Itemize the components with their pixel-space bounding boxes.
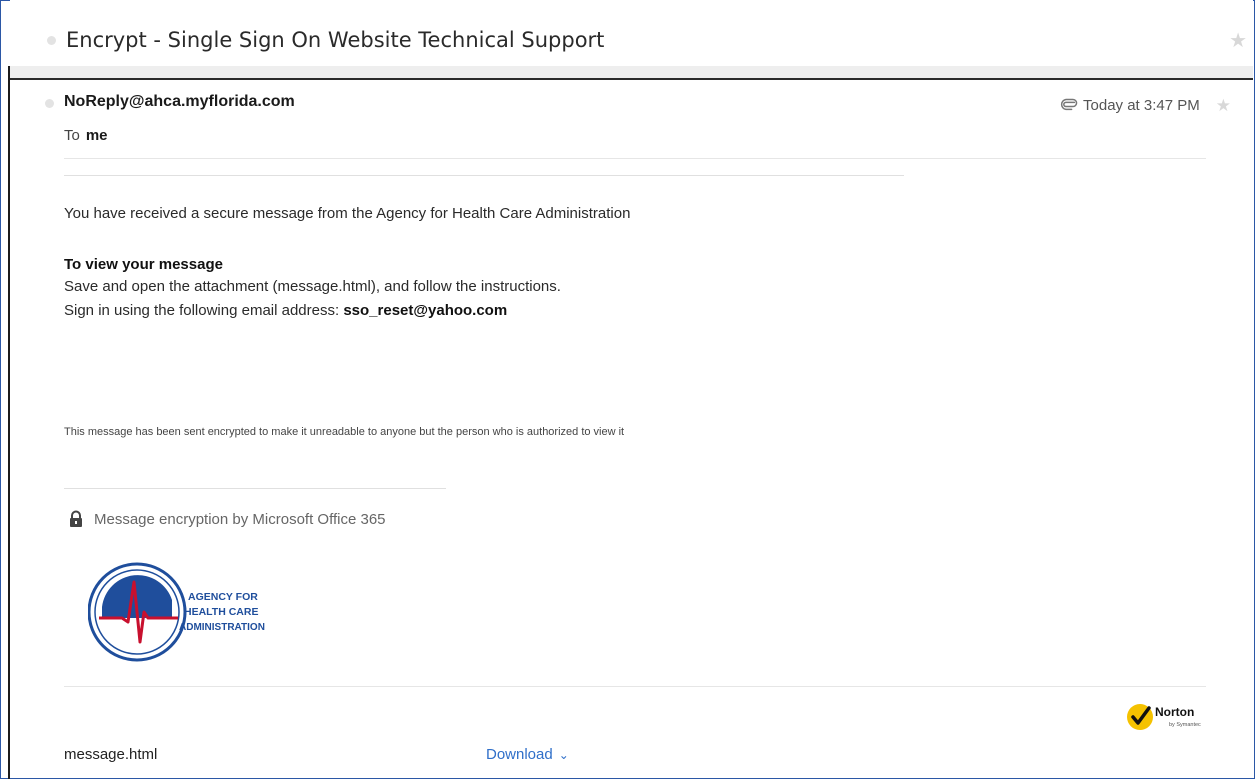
attachment-divider xyxy=(64,686,1206,687)
encryption-label: Message encryption by Microsoft Office 3… xyxy=(94,510,386,528)
encryption-divider xyxy=(64,488,446,489)
instruction-signin: Sign in using the following email addres… xyxy=(64,302,507,319)
message-timestamp: Today at 3:47 PM xyxy=(1083,97,1200,114)
lock-icon xyxy=(68,510,84,528)
message-meta: Today at 3:47 PM ★ xyxy=(1059,94,1231,117)
view-heading: To view your message xyxy=(64,256,223,273)
download-label[interactable]: Download xyxy=(486,746,553,763)
sender-address[interactable]: NoReply@ahca.myflorida.com xyxy=(64,93,295,111)
conversation-header: Encrypt - Single Sign On Website Technic… xyxy=(10,0,1253,66)
conversation-subject: Encrypt - Single Sign On Website Technic… xyxy=(66,28,605,52)
signin-prefix: Sign in using the following email addres… xyxy=(64,302,344,319)
recipient-line: To me xyxy=(64,127,108,144)
norton-sub: by Symantec xyxy=(1169,722,1201,728)
encryption-notice: This message has been sent encrypted to … xyxy=(64,426,625,438)
logo-line-3: ADMINISTRATION xyxy=(179,622,265,633)
download-link[interactable]: Download ⌄ xyxy=(486,746,569,763)
signin-email: sso_reset@yahoo.com xyxy=(343,302,508,319)
left-border xyxy=(8,66,10,779)
chevron-down-icon[interactable]: ⌄ xyxy=(559,748,569,762)
star-icon[interactable]: ★ xyxy=(1229,28,1247,52)
norton-name: Norton xyxy=(1155,705,1194,719)
norton-badge: Norton by Symantec xyxy=(1125,700,1207,734)
body-divider xyxy=(64,175,904,176)
agency-logo: AGENCY FOR HEALTH CARE ADMINISTRATION xyxy=(87,562,308,662)
unread-indicator[interactable] xyxy=(47,36,56,45)
instruction-save: Save and open the attachment (message.ht… xyxy=(64,278,561,295)
logo-line-2: HEALTH CARE xyxy=(184,606,258,618)
logo-line-1: AGENCY FOR xyxy=(188,591,258,603)
message-unread-indicator[interactable] xyxy=(45,99,54,108)
message-star-icon[interactable]: ★ xyxy=(1216,96,1231,116)
to-label: To xyxy=(64,127,80,144)
header-divider-line xyxy=(10,78,1253,80)
encryption-footer: Message encryption by Microsoft Office 3… xyxy=(68,510,386,528)
recipient-name[interactable]: me xyxy=(86,127,108,144)
header-divider-band xyxy=(10,66,1253,78)
intro-text: You have received a secure message from … xyxy=(64,205,631,222)
attachment-filename[interactable]: message.html xyxy=(64,746,157,763)
header-divider xyxy=(64,158,1206,159)
